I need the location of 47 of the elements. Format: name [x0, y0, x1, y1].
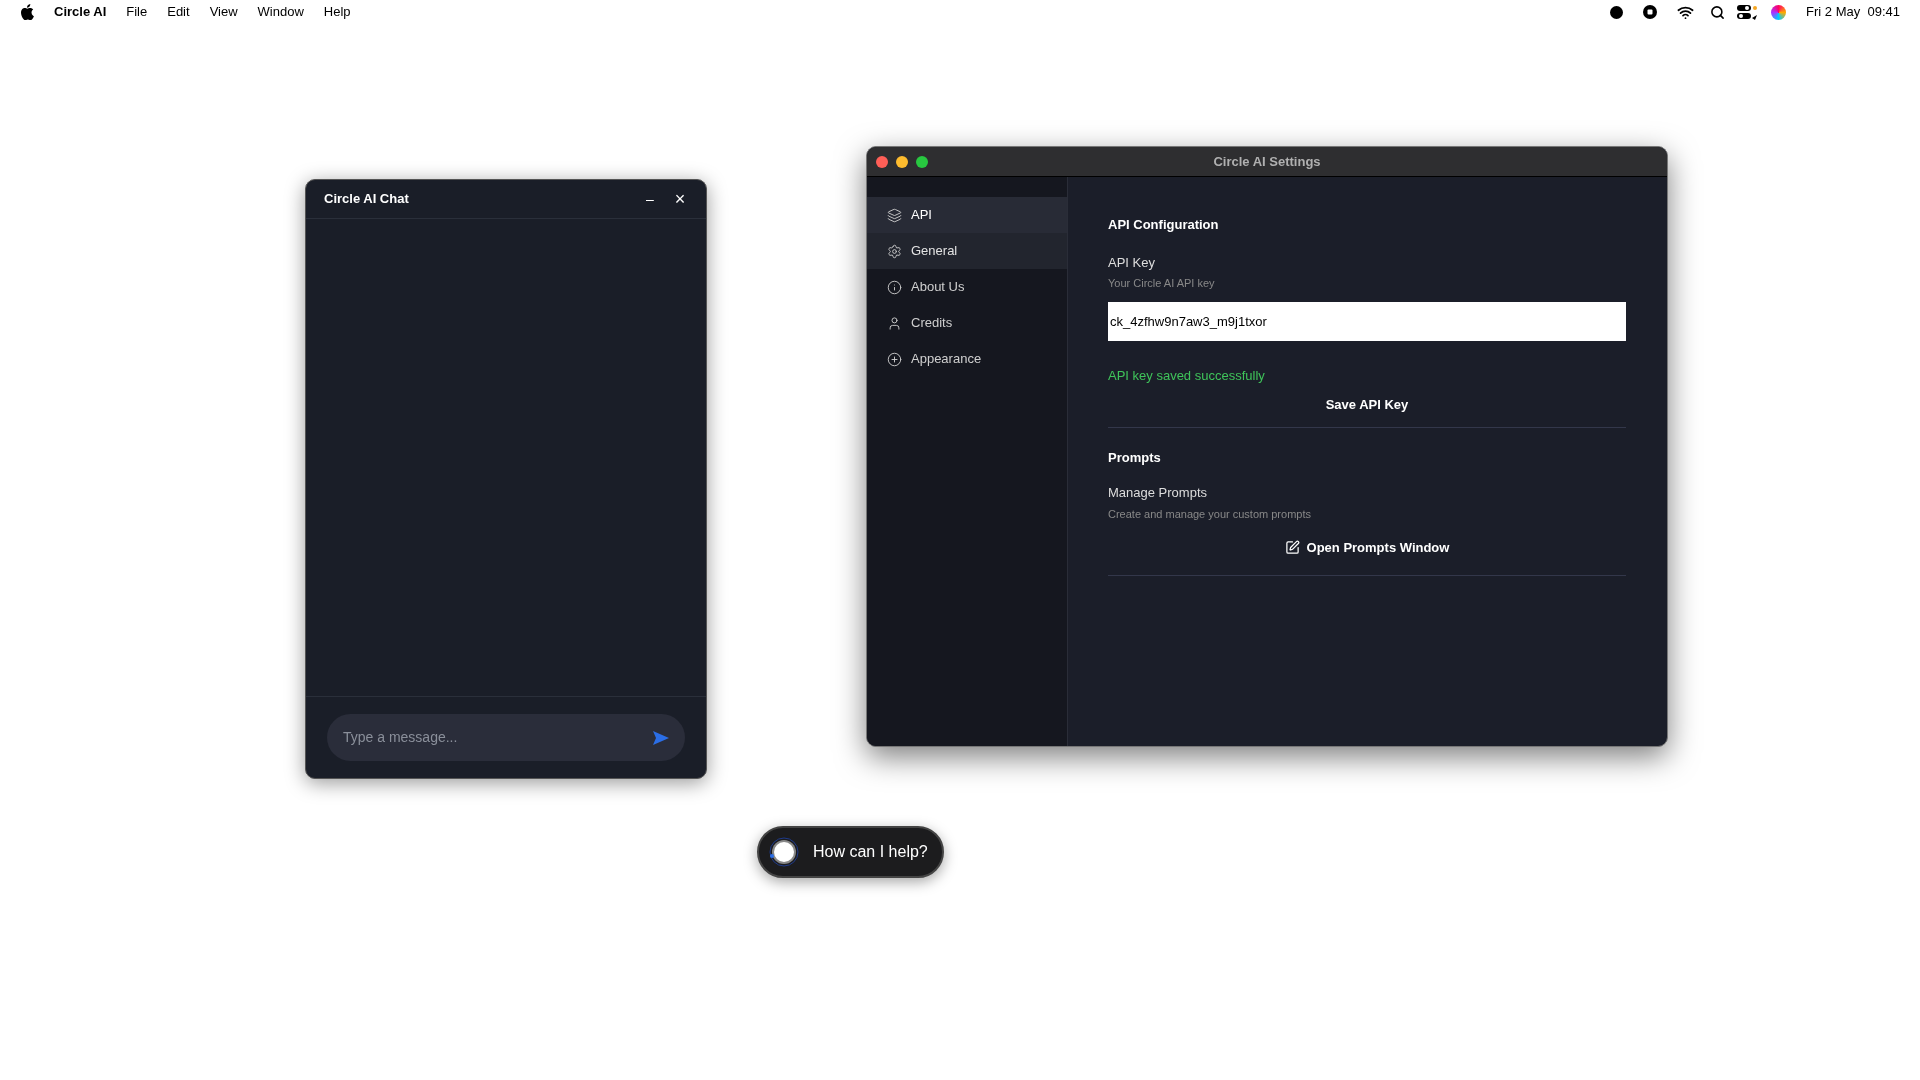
menu-item[interactable]: File — [126, 2, 148, 22]
message-field[interactable]: Type a message... — [327, 714, 685, 761]
menu-item[interactable]: View — [209, 2, 238, 22]
menu-item[interactable]: Help — [323, 2, 351, 22]
sidebar-item[interactable]: About Us — [867, 269, 1067, 305]
sidebar-item[interactable]: General — [867, 233, 1067, 269]
siri-icon[interactable] — [1771, 4, 1787, 20]
minimize-button[interactable]: – — [642, 188, 658, 210]
user-icon — [887, 315, 902, 331]
message-input[interactable]: Type a message... — [343, 727, 653, 748]
app-menu[interactable]: Circle AI — [54, 2, 107, 22]
close-button[interactable]: × — [672, 190, 688, 208]
layers-icon — [887, 207, 902, 223]
minimize-window-icon[interactable] — [896, 155, 908, 168]
control-center-icon[interactable] — [1737, 4, 1760, 20]
stop-icon[interactable] — [1643, 5, 1658, 19]
send-button[interactable] — [653, 730, 669, 745]
section-heading: API Configuration — [1108, 216, 1220, 234]
search-icon[interactable] — [1710, 4, 1726, 20]
plus-icon — [887, 351, 902, 367]
open-prompts-button[interactable]: Open Prompts Window — [1280, 536, 1454, 560]
assistant-orb-icon — [769, 837, 799, 867]
menu-item[interactable]: Edit — [167, 2, 190, 22]
apple-logo-icon[interactable] — [20, 4, 34, 20]
edit-icon — [1284, 540, 1300, 556]
close-window-icon[interactable] — [876, 155, 888, 168]
gear-icon — [887, 243, 902, 259]
assistant-pill[interactable]: How can I help? — [757, 826, 944, 878]
sidebar-item[interactable]: Appearance — [867, 341, 1067, 377]
field-label: Manage Prompts — [1108, 484, 1208, 502]
window-title: Circle AI Settings — [1212, 152, 1322, 171]
field-label: API Key — [1108, 253, 1156, 272]
info-icon — [887, 279, 902, 295]
window-title: Circle AI Chat — [324, 190, 410, 209]
menu-bar-clock[interactable]: Fri 2 May 09:41 — [1806, 2, 1900, 22]
field-hint: Your Circle AI API key — [1108, 276, 1216, 291]
api-key-field[interactable]: ck_4zfhw9n7aw3_m9j1txor — [1108, 301, 1626, 341]
field-hint: Create and manage your custom prompts — [1108, 506, 1312, 522]
assistant-prompt: How can I help? — [813, 842, 928, 862]
zoom-window-icon[interactable] — [916, 155, 928, 168]
save-api-key-button[interactable]: Save API Key — [1317, 393, 1417, 417]
sidebar-item[interactable]: API — [867, 197, 1067, 233]
sidebar-item[interactable]: Credits — [867, 305, 1067, 341]
section-heading: Prompts — [1108, 448, 1162, 467]
record-icon[interactable] — [1610, 5, 1624, 19]
menu-item[interactable]: Window — [257, 2, 304, 22]
status-message: API key saved successfully — [1108, 366, 1266, 385]
